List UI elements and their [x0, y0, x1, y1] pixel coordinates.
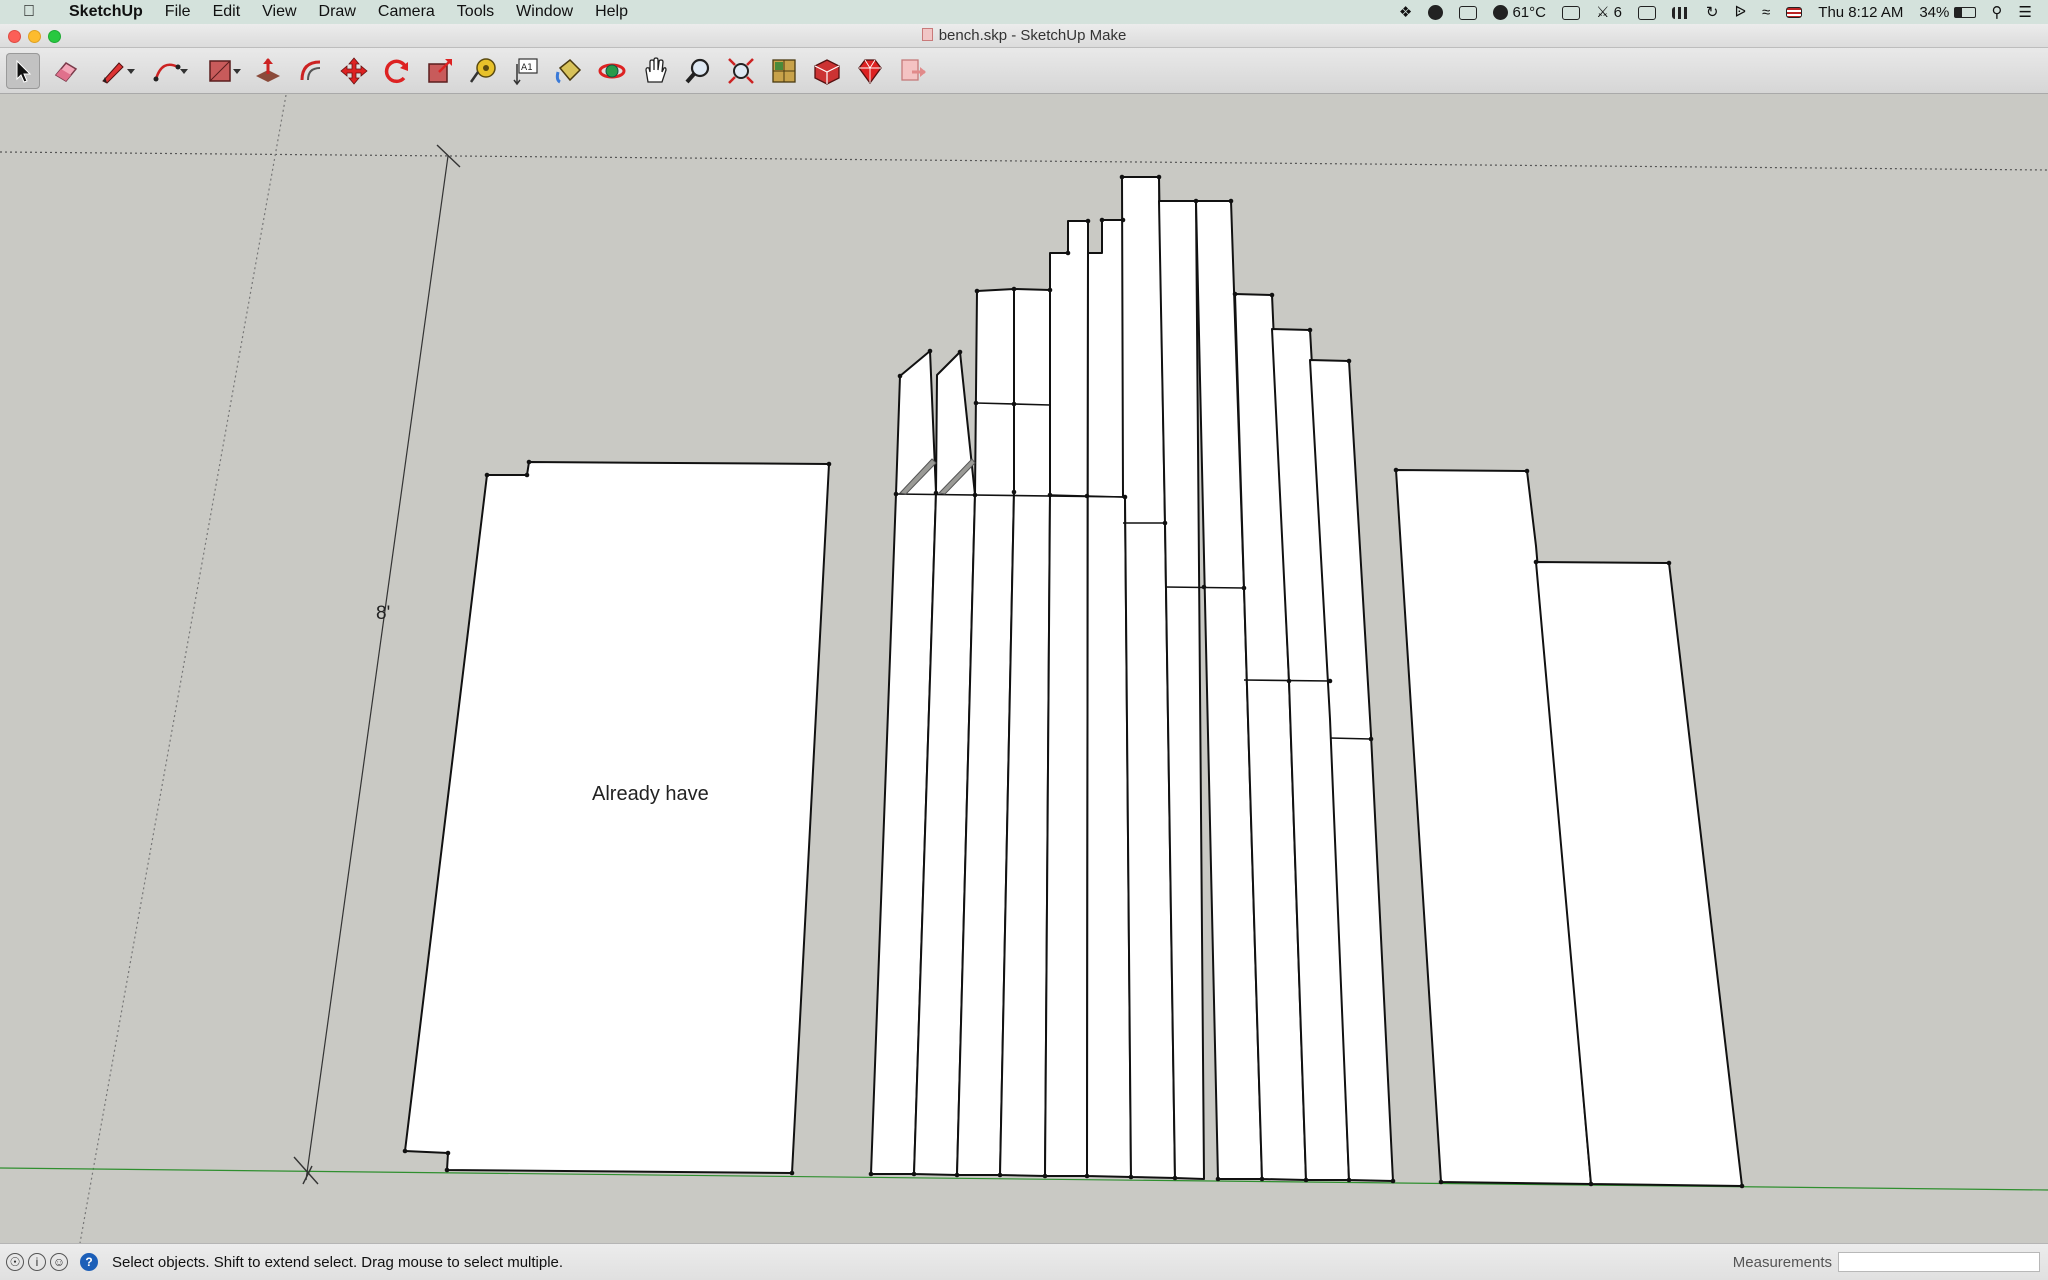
window-title-bar: bench.skp - SketchUp Make [0, 24, 2048, 48]
green-axis-line [79, 95, 287, 1243]
pan-tool[interactable] [638, 53, 672, 89]
display-icon[interactable] [1451, 4, 1485, 21]
rectangle-icon [209, 59, 231, 82]
push-pull-tool[interactable] [251, 53, 285, 89]
arrow-icon [16, 59, 32, 83]
zoom-icon [685, 58, 710, 83]
menu-help[interactable]: Help [584, 3, 639, 21]
status-message: Select objects. Shift to extend select. … [112, 1253, 564, 1271]
notifications-widget[interactable]: ⚔ 6 [1588, 3, 1630, 21]
zoom-tool[interactable] [681, 53, 715, 89]
geolocation-icon[interactable]: ☉ [6, 1253, 24, 1271]
ruby-tool[interactable] [853, 53, 887, 89]
board-already-have[interactable] [404, 461, 830, 1174]
battery-widget[interactable]: 34% [1911, 4, 1983, 21]
scale-tool[interactable] [423, 53, 457, 89]
paint-bucket-tool[interactable] [552, 53, 586, 89]
hand-icon [645, 56, 667, 83]
board-text-label[interactable]: Already have [592, 783, 709, 806]
tape-measure-tool[interactable] [466, 53, 500, 89]
input-source-flag-icon[interactable] [1778, 4, 1810, 21]
orbit-tool[interactable] [595, 53, 629, 89]
move-icon [340, 56, 368, 85]
tape-measure-icon [469, 57, 496, 83]
airplay-icon[interactable] [1630, 4, 1664, 21]
extension-warehouse-icon [814, 58, 840, 85]
memory-icon[interactable] [1664, 4, 1698, 21]
window-title: bench.skp - SketchUp Make [0, 27, 2048, 44]
clock-text[interactable]: Thu 8:12 AM [1810, 4, 1911, 21]
help-icon[interactable]: ? [80, 1253, 98, 1271]
temperature-text: 61°C [1512, 3, 1546, 21]
menu-bar:  SketchUp File Edit View Draw Camera To… [0, 0, 2048, 24]
dimension-label[interactable]: 8' [376, 603, 390, 625]
paint-bucket-icon [555, 58, 582, 83]
text-icon: A1 [513, 57, 538, 85]
menu-extra-icon[interactable] [1554, 4, 1588, 21]
menu-file[interactable]: File [154, 3, 202, 21]
line-tool[interactable] [92, 53, 136, 89]
messages-icon[interactable] [1420, 4, 1451, 21]
select-tool[interactable] [6, 52, 40, 89]
notification-center-icon[interactable]: ☰ [2011, 3, 2040, 21]
rotate-tool[interactable] [380, 53, 414, 89]
document-icon [921, 28, 933, 41]
red-axis-line [0, 151, 2048, 171]
menu-window[interactable]: Window [505, 3, 584, 21]
eraser-tool[interactable] [49, 53, 83, 89]
zoom-extents-tool[interactable] [724, 53, 758, 89]
layout-tool[interactable] [896, 53, 930, 89]
orbit-icon [598, 63, 626, 78]
notification-count: 6 [1613, 4, 1622, 21]
window-title-text: bench.skp - SketchUp Make [938, 27, 1127, 44]
pencil-icon [102, 61, 124, 84]
dropbox-icon[interactable]: ❖ [1391, 3, 1420, 21]
menu-camera[interactable]: Camera [367, 3, 446, 21]
main-toolbar: A1 [0, 48, 2048, 94]
extension-warehouse-tool[interactable] [810, 53, 844, 89]
rotate-icon [384, 59, 408, 83]
svg-text:A1: A1 [521, 63, 533, 73]
model-viewport[interactable]: 8' Already have [0, 95, 2048, 1243]
measurements-input[interactable] [1838, 1252, 2040, 1272]
ruby-icon [858, 58, 882, 84]
arc-icon [153, 63, 181, 81]
wifi-icon[interactable]: ≈ [1754, 4, 1778, 21]
menu-edit[interactable]: Edit [202, 3, 252, 21]
model-drawing [0, 95, 2048, 1243]
push-pull-icon [256, 57, 280, 82]
menu-tools[interactable]: Tools [446, 3, 505, 21]
menu-draw[interactable]: Draw [308, 3, 367, 21]
weather-widget[interactable]: 61°C [1485, 4, 1554, 21]
battery-icon [1953, 7, 1976, 19]
apple-logo-icon[interactable]:  [0, 3, 58, 21]
spotlight-search-icon[interactable]: ⚲ [1984, 3, 2011, 21]
user-icon[interactable]: ☺ [50, 1253, 68, 1271]
text-tool[interactable]: A1 [509, 53, 543, 89]
scale-icon [428, 58, 452, 83]
warehouse-tool[interactable] [767, 53, 801, 89]
move-tool[interactable] [337, 53, 371, 89]
battery-percent: 34% [1919, 3, 1950, 21]
arc-tool[interactable] [145, 53, 189, 89]
menu-view[interactable]: View [251, 3, 307, 21]
offset-icon [300, 60, 321, 80]
measurements-label: Measurements [1732, 1253, 1832, 1271]
globe-icon [1493, 5, 1509, 21]
zoom-extents-icon [728, 57, 754, 84]
shapes-tool[interactable] [198, 53, 242, 89]
cut-strips[interactable] [870, 176, 1394, 1182]
eraser-icon [54, 61, 78, 82]
menu-app-name[interactable]: SketchUp [58, 3, 154, 21]
status-bar: ☉ i ☺ ? Select objects. Shift to extend … [0, 1243, 2048, 1280]
menu-bar-status-area: ❖ 61°C ⚔ 6 ↻ ᐉ ≈ Thu 8:12 AM 34% ⚲ ☰ [1391, 3, 2048, 22]
send-to-layout-icon [901, 58, 926, 81]
bluetooth-icon[interactable]: ᐉ [1727, 3, 1755, 21]
3d-warehouse-icon [772, 58, 796, 83]
credits-icon[interactable]: i [28, 1253, 46, 1271]
offset-tool[interactable] [294, 53, 328, 89]
time-machine-icon[interactable]: ↻ [1698, 3, 1727, 21]
